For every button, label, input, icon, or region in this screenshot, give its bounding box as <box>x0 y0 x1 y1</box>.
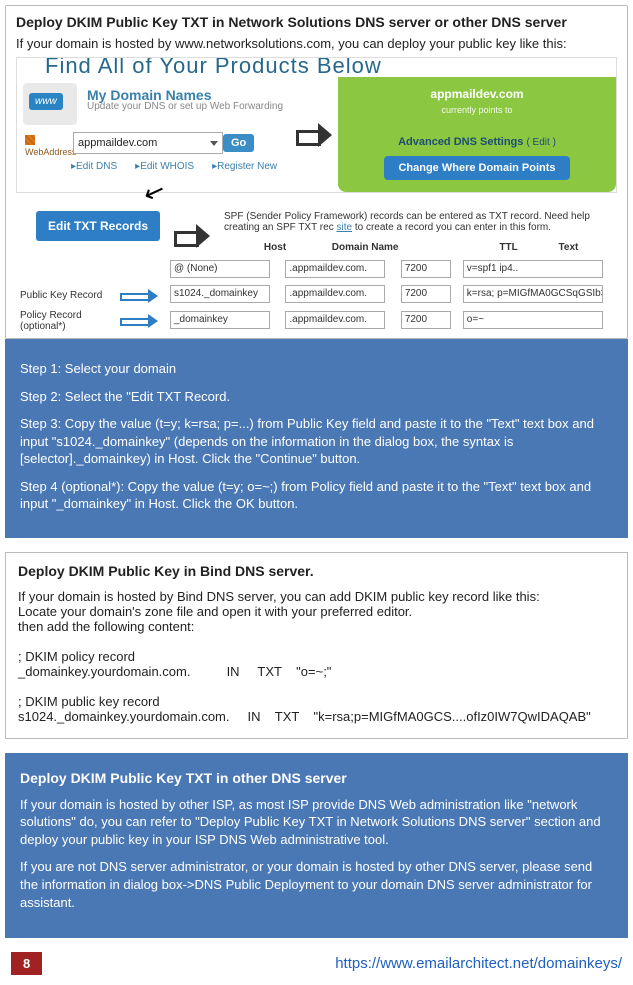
step4: Step 4 (optional*): Copy the value (t=y;… <box>20 478 613 513</box>
chevron-down-icon <box>210 141 218 146</box>
www-badge-icon <box>23 83 77 125</box>
step3: Step 3: Copy the value (t=y; k=rsa; p=..… <box>20 415 613 468</box>
webaddress-label: WebAddress® <box>25 135 73 157</box>
table-row: Policy Record (optional*) _domainkey .ap… <box>16 308 617 334</box>
bind-rec1-comment: ; DKIM policy record <box>18 649 615 664</box>
text-input[interactable]: o=~ <box>463 311 603 329</box>
bind-intro2: Locate your domain's zone file and open … <box>18 604 615 619</box>
bind-intro1: If your domain is hosted by Bind DNS ser… <box>18 589 615 604</box>
text-input[interactable]: v=spf1 ip4.. <box>463 260 603 278</box>
dname-value: .appmaildev.com. <box>285 311 385 329</box>
ns-title: Deploy DKIM Public Key TXT in Network So… <box>16 14 617 30</box>
other-p1: If your domain is hosted by other ISP, a… <box>20 796 613 849</box>
bind-rec2-comment: ; DKIM public key record <box>18 694 615 709</box>
bind-intro3: then add the following content: <box>18 619 615 634</box>
col-domain: Domain Name <box>328 239 496 256</box>
adv-dns-edit-link[interactable]: ( Edit ) <box>526 137 555 148</box>
my-domain-sub: Update your DNS or set up Web Forwarding <box>87 101 283 112</box>
col-ttl: TTL <box>495 239 554 256</box>
dname-value: .appmaildev.com. <box>285 260 385 278</box>
step1: Step 1: Select your domain <box>20 360 613 378</box>
ns-cropped-header: Find All of Your Products Below <box>16 57 617 77</box>
ns-subnav: Edit DNS Edit WHOIS Register New <box>71 161 284 172</box>
link-edit-dns[interactable]: Edit DNS <box>71 161 117 172</box>
col-text: Text <box>555 239 617 256</box>
arrow-right-icon <box>296 123 332 147</box>
dname-value: .appmaildev.com. <box>285 285 385 303</box>
bind-rec2-line: s1024._domainkey.yourdomain.com. IN TXT … <box>18 709 615 724</box>
table-row: Public Key Record s1024._domainkey .appm… <box>16 283 617 308</box>
spf-site-link[interactable]: site <box>336 222 352 233</box>
ttl-input[interactable]: 7200 <box>401 285 451 303</box>
bind-rec1-line: _domainkey.yourdomain.com. IN TXT "o=~;" <box>18 664 615 679</box>
adv-dns-row: Advanced DNS Settings ( Edit ) <box>344 136 610 148</box>
steps-panel: Step 1: Select your domain Step 2: Selec… <box>5 339 628 538</box>
other-p2: If you are not DNS server administrator,… <box>20 858 613 911</box>
step2: Step 2: Select the "Edit TXT Record. <box>20 388 613 406</box>
change-domain-button[interactable]: Change Where Domain Points <box>384 156 569 180</box>
link-register-new[interactable]: Register New <box>212 161 277 172</box>
table-row: @ (None) .appmaildev.com. 7200 v=spf1 ip… <box>16 258 617 283</box>
spf-help-text: SPF (Sender Policy Framework) records ca… <box>224 211 617 256</box>
domain-selected-value: appmaildev.com <box>78 137 157 149</box>
col-host: Host <box>260 239 328 256</box>
arrow-right-icon <box>120 315 158 327</box>
panel-domain: appmaildev.com <box>344 87 610 101</box>
host-input[interactable]: @ (None) <box>170 260 270 278</box>
other-title: Deploy DKIM Public Key TXT in other DNS … <box>20 766 613 786</box>
text-input[interactable]: k=rsa; p=MIGfMA0GCSqGSIb3DQ <box>463 285 603 303</box>
ns-intro: If your domain is hosted by www.networks… <box>16 36 617 51</box>
panel-sub: currently points to <box>441 105 512 115</box>
arrow-right-icon <box>120 290 158 302</box>
ttl-input[interactable]: 7200 <box>401 311 451 329</box>
bind-title: Deploy DKIM Public Key in Bind DNS serve… <box>18 563 615 579</box>
bind-panel: Deploy DKIM Public Key in Bind DNS serve… <box>5 552 628 739</box>
other-panel: Deploy DKIM Public Key TXT in other DNS … <box>5 753 628 938</box>
ttl-input[interactable]: 7200 <box>401 260 451 278</box>
host-input[interactable]: s1024._domainkey <box>170 285 270 303</box>
go-button[interactable]: Go <box>223 134 254 152</box>
link-edit-whois[interactable]: Edit WHOIS <box>135 161 194 172</box>
domain-select[interactable]: appmaildev.com <box>73 132 223 154</box>
host-input[interactable]: _domainkey <box>170 311 270 329</box>
footer-url[interactable]: https://www.emailarchitect.net/domainkey… <box>335 955 622 972</box>
dns-table: Host Domain Name TTL Text <box>224 239 617 256</box>
arrow-right-icon <box>174 224 210 248</box>
edit-txt-button[interactable]: Edit TXT Records <box>36 211 160 241</box>
